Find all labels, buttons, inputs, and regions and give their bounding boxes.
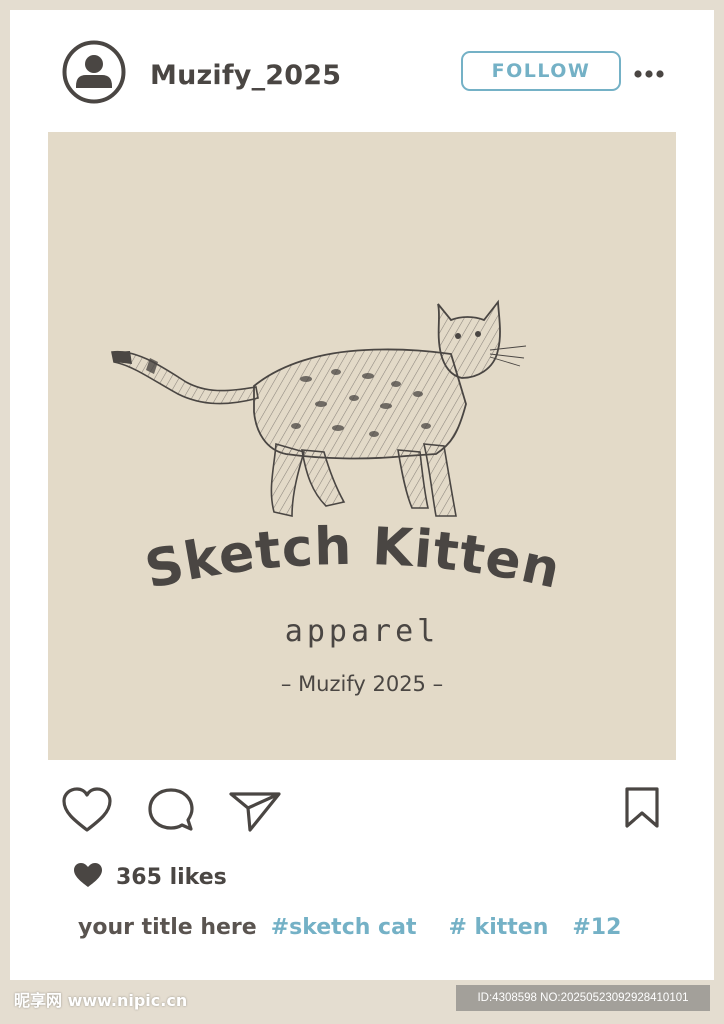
brand-credit: – Muzify 2025 – — [280, 672, 444, 696]
hashtag[interactable]: # kitten — [448, 915, 548, 940]
svg-text:Sketch Kitten: Sketch Kitten — [140, 517, 566, 601]
caption-title: your title here — [78, 914, 257, 940]
likes-row: 365 likes — [72, 860, 227, 894]
watermark-id: ID:4308598 NO:20250523092928410101 — [456, 985, 710, 1011]
heart-filled-icon — [72, 861, 104, 893]
watermark-logo: 昵享网 www.nipic.cn — [14, 991, 188, 1010]
heart-outline-icon[interactable] — [60, 786, 114, 838]
post-image: Sketch Kitten apparel – Muzify 2025 – — [48, 132, 676, 760]
follow-button[interactable]: FOLLOW — [461, 51, 621, 91]
user-avatar-icon[interactable] — [62, 40, 126, 104]
likes-count[interactable]: 365 likes — [116, 865, 227, 890]
post-header: Muzify_2025 FOLLOW — [10, 10, 714, 132]
action-bar — [10, 780, 714, 840]
brand-subtitle: apparel — [284, 614, 440, 649]
more-dots-icon[interactable] — [634, 66, 664, 80]
username[interactable]: Muzify_2025 — [150, 60, 341, 91]
brand-title: Sketch Kitten — [140, 517, 566, 601]
caption: your title here #sketch cat # kitten #12 — [78, 910, 621, 944]
paper-plane-icon[interactable] — [228, 786, 282, 838]
hashtag[interactable]: #sketch cat — [271, 915, 417, 940]
hashtag[interactable]: #12 — [572, 915, 621, 940]
cat-sketch-illustration — [111, 299, 527, 517]
comment-bubble-icon[interactable] — [146, 786, 196, 838]
bookmark-icon[interactable] — [624, 786, 660, 834]
post-card: Muzify_2025 FOLLOW Sketch Kitten apparel… — [10, 10, 714, 980]
